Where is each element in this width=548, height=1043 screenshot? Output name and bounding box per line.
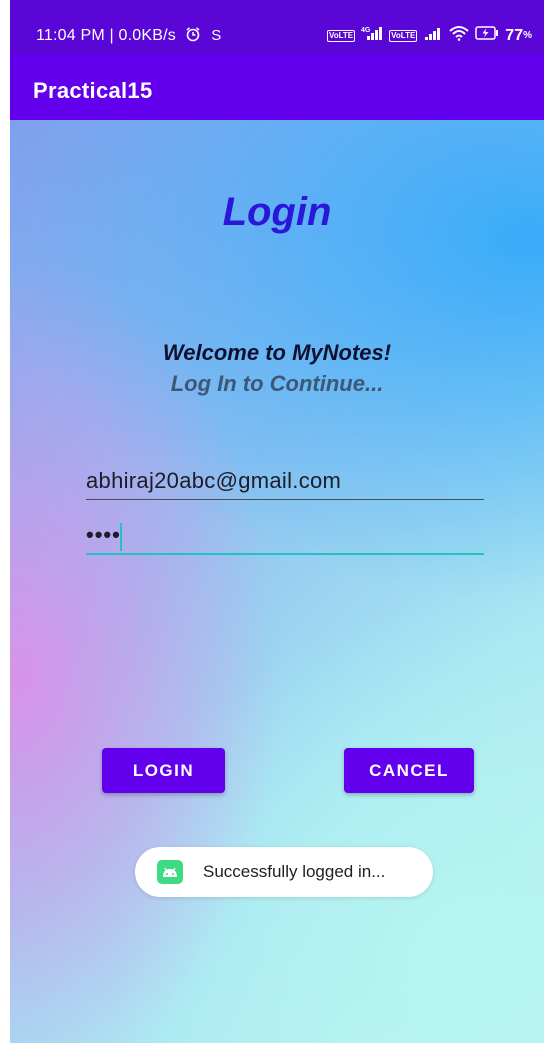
wifi-icon bbox=[449, 25, 469, 46]
toast-message: Successfully logged in... bbox=[203, 862, 386, 881]
password-field[interactable]: •••• bbox=[86, 522, 484, 555]
email-field[interactable]: abhiraj20abc@gmail.com bbox=[86, 465, 484, 500]
subtitle-text: Log In to Continue... bbox=[170, 371, 384, 396]
status-bar: 11:04 PM | 0.0KB/s S VoLTE 4G VoLTE 77 % bbox=[10, 0, 544, 54]
app-bar: Practical15 bbox=[10, 54, 544, 120]
battery-level: 77 bbox=[505, 26, 524, 44]
status-time: 11:04 PM | 0.0KB/s bbox=[36, 27, 176, 44]
battery-percent-sign: % bbox=[523, 30, 532, 41]
welcome-text: Welcome to MyNotes! bbox=[162, 340, 392, 365]
cancel-button[interactable]: CANCEL bbox=[344, 748, 474, 793]
alarm-clock-icon bbox=[181, 27, 206, 44]
s-notification-icon: S bbox=[211, 27, 222, 44]
email-value: abhiraj20abc@gmail.com bbox=[86, 468, 342, 493]
network-type: 4G bbox=[361, 27, 371, 34]
volte-badge-sim2: VoLTE bbox=[389, 29, 418, 42]
text-cursor bbox=[120, 523, 122, 551]
signal-icon-sim1: 4G bbox=[361, 25, 383, 46]
toast: Successfully logged in... bbox=[135, 847, 433, 897]
login-screen: Login Welcome to MyNotes! Log In to Cont… bbox=[10, 120, 544, 1043]
login-heading: Login bbox=[222, 190, 332, 234]
app-title: Practical15 bbox=[33, 78, 153, 103]
phone-screen: 11:04 PM | 0.0KB/s S VoLTE 4G VoLTE 77 %… bbox=[10, 0, 544, 1043]
password-value: •••• bbox=[86, 522, 121, 547]
volte-badge-sim1: VoLTE bbox=[326, 29, 356, 42]
signal-icon-sim2 bbox=[423, 25, 443, 46]
login-button[interactable]: LOGIN bbox=[102, 748, 225, 793]
battery-icon bbox=[475, 26, 499, 45]
status-left: 11:04 PM | 0.0KB/s S bbox=[36, 26, 222, 45]
status-right: VoLTE 4G VoLTE 77 % bbox=[326, 25, 532, 46]
android-app-icon bbox=[157, 860, 183, 884]
